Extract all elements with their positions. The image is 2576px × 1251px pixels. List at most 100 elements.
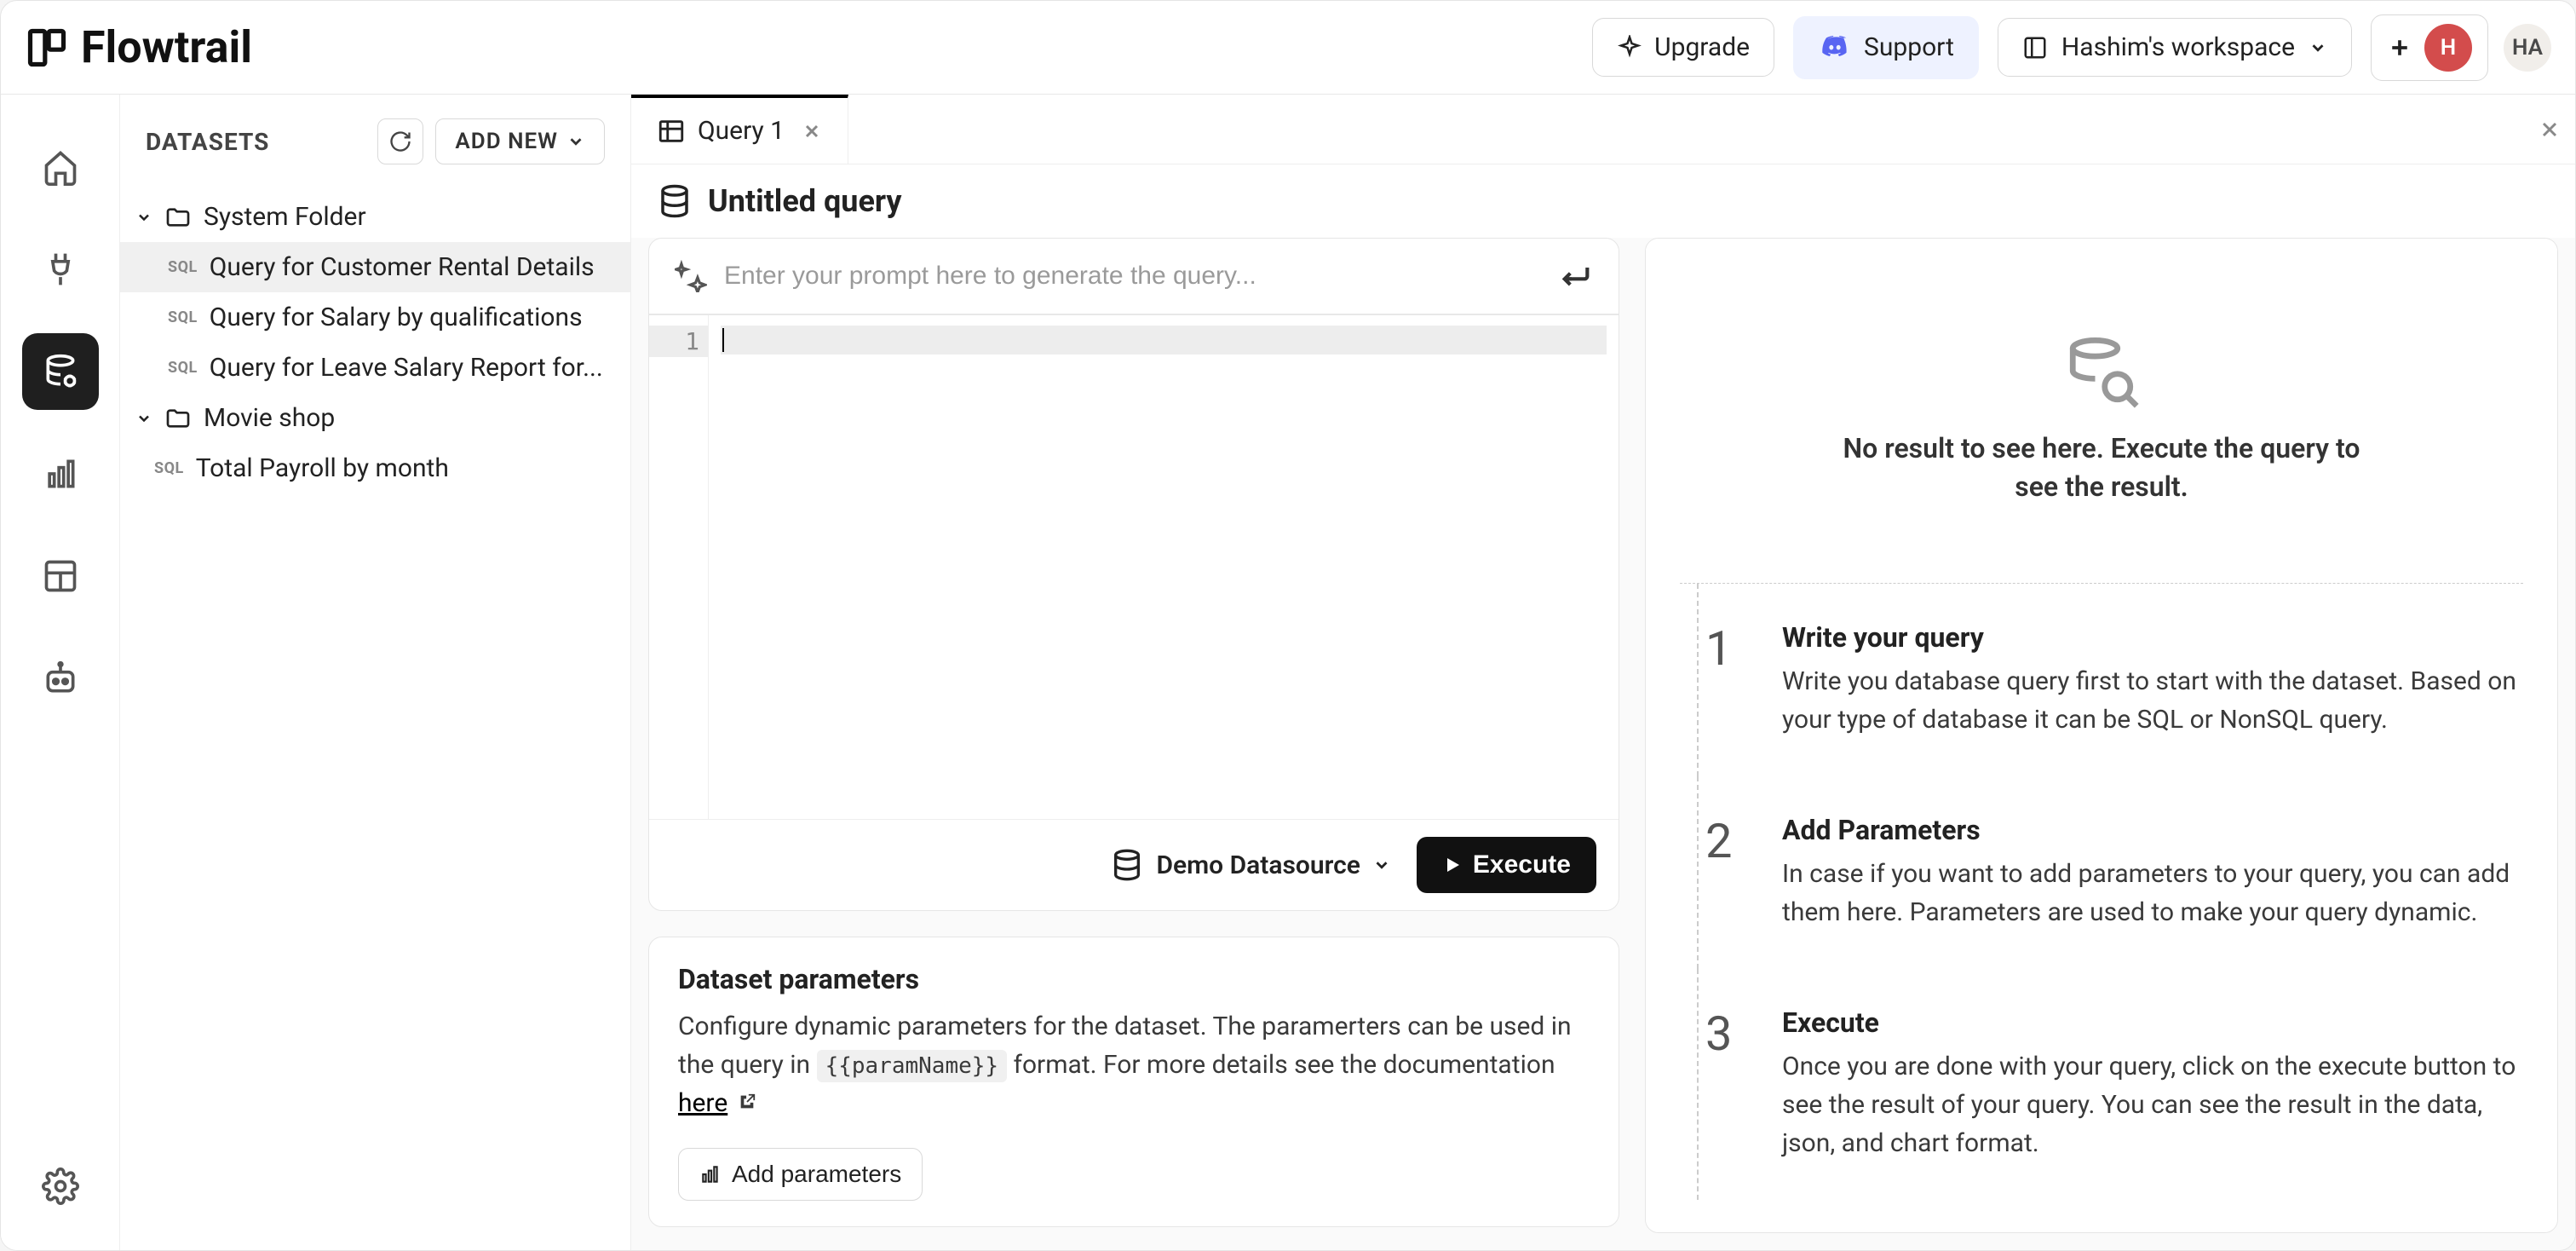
plug-icon [42, 251, 79, 288]
nav-connections[interactable] [22, 231, 99, 308]
chevron-down-icon [1372, 856, 1391, 874]
step-title: Write your query [1782, 621, 2523, 654]
chevron-down-icon [135, 209, 152, 226]
page-title: Untitled query [708, 183, 902, 219]
upgrade-label: Upgrade [1654, 32, 1750, 62]
step-desc: Once you are done with your query, click… [1782, 1047, 2523, 1162]
external-link-icon [738, 1092, 756, 1111]
tree-item-label: Total Payroll by month [196, 453, 449, 483]
chart-icon [42, 455, 79, 493]
sidebar-title: DATASETS [146, 128, 269, 156]
prompt-input[interactable] [724, 262, 1542, 291]
add-new-button[interactable]: ADD NEW [435, 118, 605, 164]
tree-item[interactable]: SQL Total Payroll by month [120, 443, 630, 493]
param-code: {{paramName}} [817, 1050, 1008, 1082]
add-member-button[interactable]: H [2371, 14, 2488, 81]
folder-open-icon [164, 204, 192, 231]
support-label: Support [1864, 32, 1954, 62]
tab-label: Query 1 [698, 116, 785, 146]
refresh-icon [388, 130, 412, 153]
tree-item-label: Query for Salary by qualifications [210, 303, 583, 332]
onboarding-step: 1 Write your query Write you database qu… [1697, 584, 2523, 776]
tree-item-label: Query for Customer Rental Details [210, 252, 595, 282]
tree-folder[interactable]: Movie shop [120, 393, 630, 443]
gear-icon [42, 1167, 79, 1205]
sidebar: DATASETS ADD NEW [120, 95, 631, 1250]
discord-icon [1818, 31, 1852, 65]
layout-icon [2022, 35, 2048, 61]
user-badge[interactable]: HA [2504, 24, 2551, 72]
brand-name: Flowtrail [81, 21, 252, 73]
sql-icon: SQL [154, 459, 184, 477]
query-editor: 1 Demo Datasource [648, 238, 1619, 911]
tree-item[interactable]: SQL Query for Customer Rental Details [120, 242, 630, 292]
step-title: Add Parameters [1782, 814, 2523, 846]
chevron-down-icon [2309, 38, 2327, 57]
add-parameters-label: Add parameters [732, 1161, 901, 1188]
folder-label: System Folder [204, 202, 366, 232]
logo-icon [25, 26, 69, 70]
topbar: Flowtrail Upgrade Support Hashim' [1, 1, 2575, 95]
sql-icon: SQL [168, 359, 198, 377]
onboarding-step: 3 Execute Once you are done with your qu… [1697, 969, 2523, 1200]
nav-datasets[interactable] [22, 333, 99, 410]
params-desc: Configure dynamic parameters for the dat… [678, 1007, 1590, 1122]
datasource-label: Demo Datasource [1156, 850, 1360, 880]
close-all-tabs[interactable] [2524, 95, 2575, 164]
database-icon [1110, 848, 1144, 882]
workspace-label: Hashim's workspace [2061, 32, 2295, 62]
folder-label: Movie shop [204, 403, 335, 433]
sparkle-icon [675, 260, 707, 292]
add-parameters-button[interactable]: Add parameters [678, 1148, 923, 1201]
refresh-button[interactable] [377, 118, 423, 164]
nav-dashboards[interactable] [22, 538, 99, 614]
support-button[interactable]: Support [1793, 16, 1979, 79]
execute-label: Execute [1473, 850, 1571, 879]
tree-folder[interactable]: System Folder [120, 192, 630, 242]
params-card: Dataset parameters Configure dynamic par… [648, 937, 1619, 1227]
sql-icon: SQL [168, 308, 198, 326]
nav-rail [1, 95, 120, 1250]
datasource-selector[interactable]: Demo Datasource [1110, 848, 1390, 882]
step-number: 2 [1705, 817, 1757, 931]
line-gutter: 1 [649, 315, 709, 819]
step-desc: Write you database query first to start … [1782, 662, 2523, 739]
avatar: H [2424, 24, 2472, 72]
database-icon [657, 183, 693, 219]
docs-link[interactable]: here [678, 1088, 727, 1118]
tree-item[interactable]: SQL Query for Salary by qualifications [120, 292, 630, 343]
tree-item[interactable]: SQL Query for Leave Salary Report for... [120, 343, 630, 393]
chevron-down-icon [135, 410, 152, 427]
chevron-down-icon [566, 132, 585, 151]
play-icon [1442, 855, 1463, 875]
close-icon[interactable] [802, 121, 822, 141]
chart-icon [699, 1163, 722, 1185]
dashboard-icon [42, 557, 79, 595]
cursor [722, 328, 724, 352]
bot-icon [42, 660, 79, 697]
home-icon [42, 148, 79, 186]
line-number: 1 [649, 326, 708, 357]
step-desc: In case if you want to add parameters to… [1782, 855, 2523, 931]
empty-text: No result to see here. Execute the query… [1837, 429, 2366, 506]
nav-settings[interactable] [22, 1148, 99, 1225]
table-icon [657, 117, 686, 146]
params-title: Dataset parameters [678, 963, 1590, 995]
folder-open-icon [164, 405, 192, 432]
enter-icon[interactable] [1559, 259, 1593, 293]
code-editor[interactable]: 1 [649, 315, 1619, 819]
tab-query-1[interactable]: Query 1 [631, 95, 848, 164]
step-title: Execute [1782, 1006, 2523, 1039]
nav-charts[interactable] [22, 435, 99, 512]
plus-icon [2387, 35, 2412, 61]
tree-item-label: Query for Leave Salary Report for... [210, 353, 603, 383]
database-gear-icon [42, 353, 79, 390]
sql-icon: SQL [168, 258, 198, 276]
nav-home[interactable] [22, 129, 99, 205]
nav-ai[interactable] [22, 640, 99, 717]
upgrade-button[interactable]: Upgrade [1592, 18, 1774, 77]
logo[interactable]: Flowtrail [25, 21, 252, 73]
sparkle-icon [1617, 35, 1642, 61]
execute-button[interactable]: Execute [1417, 837, 1596, 893]
workspace-selector[interactable]: Hashim's workspace [1998, 18, 2352, 77]
